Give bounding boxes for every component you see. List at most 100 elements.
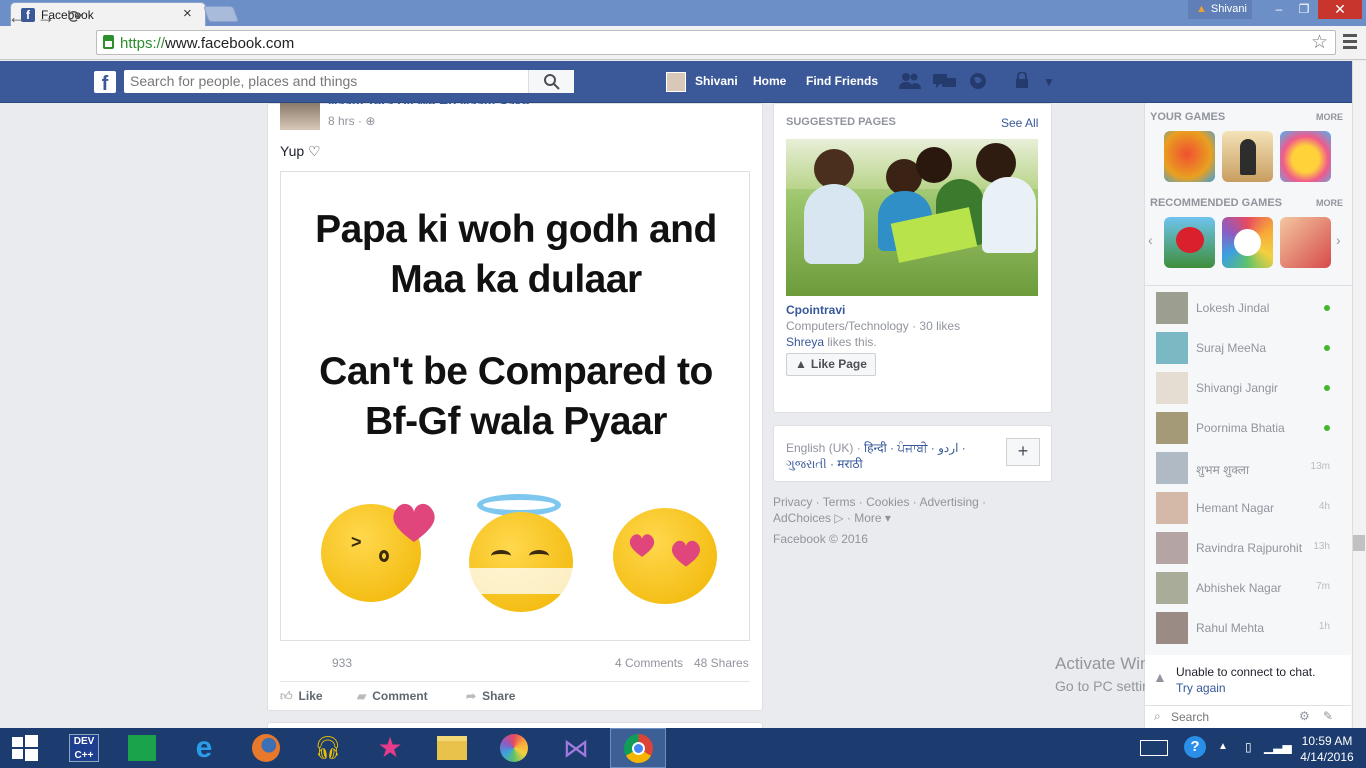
recommended-games-more-link[interactable]: MORE [1316, 198, 1343, 208]
share-button[interactable]: ➦ Share [466, 689, 515, 703]
post-author-avatar[interactable] [280, 103, 320, 130]
search-input[interactable] [130, 73, 530, 89]
post-timestamp[interactable]: 8 hrs · ⊕ [328, 114, 375, 128]
page-scrollbar-thumb[interactable] [1353, 535, 1365, 551]
window-close-button[interactable]: ✕ [1318, 0, 1362, 19]
friend-name-link[interactable]: Shreya [786, 335, 824, 349]
browser-menu-icon[interactable] [1343, 34, 1357, 52]
share-count[interactable]: 48 Shares [694, 656, 749, 670]
help-icon[interactable]: ? [1184, 736, 1206, 758]
system-clock[interactable]: 10:59 AM 4/14/2016 [1292, 733, 1362, 765]
suggested-page-photo[interactable] [786, 139, 1038, 296]
comment-button[interactable]: ▰ Comment [357, 689, 428, 703]
post-author-name[interactable]: Naam Tera Dil Me Ho Naam Sake [328, 96, 529, 104]
share-label: Share [482, 689, 516, 703]
compose-icon[interactable]: ✎ [1323, 709, 1333, 723]
account-menu-chevron-icon[interactable]: ▼ [1038, 75, 1060, 93]
chat-contact[interactable]: Abhishek Nagar 7m [1156, 572, 1346, 604]
visual-studio-icon[interactable]: ⋈ [548, 728, 604, 768]
chat-contact[interactable]: Hemant Nagar 4h [1156, 492, 1346, 524]
windows-start-icon[interactable] [0, 728, 50, 768]
chat-contact[interactable]: Rahul Mehta 1h [1156, 612, 1346, 644]
firefox-icon[interactable] [238, 728, 294, 768]
back-arrow-icon[interactable]: ← [6, 7, 28, 28]
trivia-crack-game-icon[interactable] [1222, 217, 1273, 268]
like-count[interactable]: 933 [332, 656, 352, 670]
window-maximize-button[interactable]: ❐ [1291, 0, 1317, 19]
url-scheme: https:// [120, 35, 166, 52]
star-app-icon[interactable]: ★ [362, 728, 418, 768]
angry-birds-friends-game-icon[interactable] [1164, 217, 1215, 268]
profile-link[interactable]: Shivani [695, 74, 738, 88]
chat-contact[interactable]: Shivangi Jangir [1156, 372, 1346, 404]
browser-profile-badge[interactable]: ▲ Shivani [1188, 0, 1252, 19]
facebook-logo-icon[interactable]: f [94, 71, 116, 93]
privacy-shortcuts-icon[interactable] [1012, 71, 1034, 90]
like-page-button[interactable]: ▲ Like Page [786, 353, 876, 376]
picasa-icon[interactable] [486, 728, 542, 768]
window-minimize-button[interactable]: – [1266, 0, 1292, 19]
file-explorer-icon[interactable] [424, 728, 480, 768]
chrome-taskbar-button[interactable] [610, 728, 666, 768]
user-avatar[interactable] [666, 72, 686, 92]
chess-game-icon[interactable] [1222, 131, 1273, 182]
store-app-icon[interactable] [114, 728, 170, 768]
chat-contact[interactable]: Suraj MeeNa [1156, 332, 1346, 364]
chat-contact[interactable]: शुभम शुक्ला 13m [1156, 452, 1346, 484]
keyboard-icon[interactable] [1140, 740, 1168, 756]
internet-explorer-icon[interactable]: e [176, 728, 232, 768]
more-languages-button[interactable]: + [1006, 438, 1040, 466]
chevron-right-icon[interactable]: › [1336, 232, 1341, 248]
battery-icon[interactable]: ▯ [1245, 740, 1252, 754]
contact-avatar [1156, 412, 1188, 444]
friend-requests-icon[interactable] [899, 72, 921, 90]
language-links[interactable]: हिन्दी · ਪੰਜਾਬੀ · اردو · [864, 441, 966, 455]
show-hidden-icons-chevron-icon[interactable]: ▲ [1218, 741, 1228, 752]
chat-contact[interactable]: Ravindra Rajpurohit 13h [1156, 532, 1346, 564]
comment-count[interactable]: 4 Comments [615, 656, 683, 670]
image-text-line: Can't be Compared to [319, 350, 713, 393]
messages-icon[interactable] [933, 72, 956, 90]
audio-app-icon[interactable]: 🎧︎ [300, 728, 356, 768]
search-button[interactable] [528, 70, 574, 93]
try-again-link[interactable]: Try again [1176, 681, 1226, 695]
profile-name: Shivani [1210, 3, 1247, 15]
chat-contact[interactable]: Lokesh Jindal [1156, 292, 1346, 324]
new-tab-button[interactable] [203, 6, 239, 22]
network-signal-icon[interactable]: ▁▃▅ [1264, 740, 1292, 754]
gear-icon[interactable]: ⚙ [1299, 709, 1310, 723]
pet-rescue-game-icon[interactable] [1280, 131, 1331, 182]
clock-date: 4/14/2016 [1300, 750, 1354, 764]
page-scrollbar[interactable] [1352, 61, 1366, 728]
see-all-link[interactable]: See All [1001, 116, 1038, 130]
share-arrow-icon: ➦ [466, 689, 477, 703]
chat-search-input[interactable]: ⌕ Search ⚙ ✎ [1145, 705, 1351, 728]
like-button[interactable]: 👍︎ Like [280, 689, 323, 704]
home-link[interactable]: Home [753, 74, 786, 88]
candy-crush-game-icon[interactable] [1164, 131, 1215, 182]
footer-links-2[interactable]: AdChoices ▷ · More ▾ [773, 510, 1003, 526]
footer-links[interactable]: Privacy · Terms · Cookies · Advertising … [773, 494, 1003, 510]
thumbs-up-icon: ▲ [795, 357, 807, 371]
forward-arrow-icon[interactable]: → [35, 7, 57, 28]
find-friends-link[interactable]: Find Friends [806, 74, 878, 88]
chevron-left-icon[interactable]: ‹ [1148, 232, 1153, 248]
family-game-icon[interactable] [1280, 217, 1331, 268]
divider [1144, 285, 1352, 286]
reload-icon[interactable]: ⟳ [64, 7, 86, 28]
your-games-more-link[interactable]: MORE [1316, 112, 1343, 122]
notifications-globe-icon[interactable] [967, 72, 989, 90]
contact-avatar [1156, 292, 1188, 324]
address-bar[interactable]: https://www.facebook.com ☆ [96, 30, 1336, 55]
language-links-2[interactable]: ગુજરાતી · मराठी [786, 455, 863, 472]
suggested-page-name[interactable]: Cpointravi [786, 303, 845, 317]
warning-icon: ▲ [1196, 3, 1207, 15]
search-icon [543, 74, 560, 90]
bookmark-star-icon[interactable]: ☆ [1311, 31, 1328, 54]
heart-eyes-emoji-icon [613, 508, 717, 604]
post-image[interactable]: Papa ki woh godh and Maa ka dulaar Can't… [280, 171, 750, 641]
tab-close-icon[interactable]: × [183, 5, 192, 22]
url-text[interactable]: https://www.facebook.com [120, 35, 294, 52]
dev-cpp-app-icon[interactable]: DEV C++ [56, 728, 112, 768]
chat-contact[interactable]: Poornima Bhatia [1156, 412, 1346, 444]
